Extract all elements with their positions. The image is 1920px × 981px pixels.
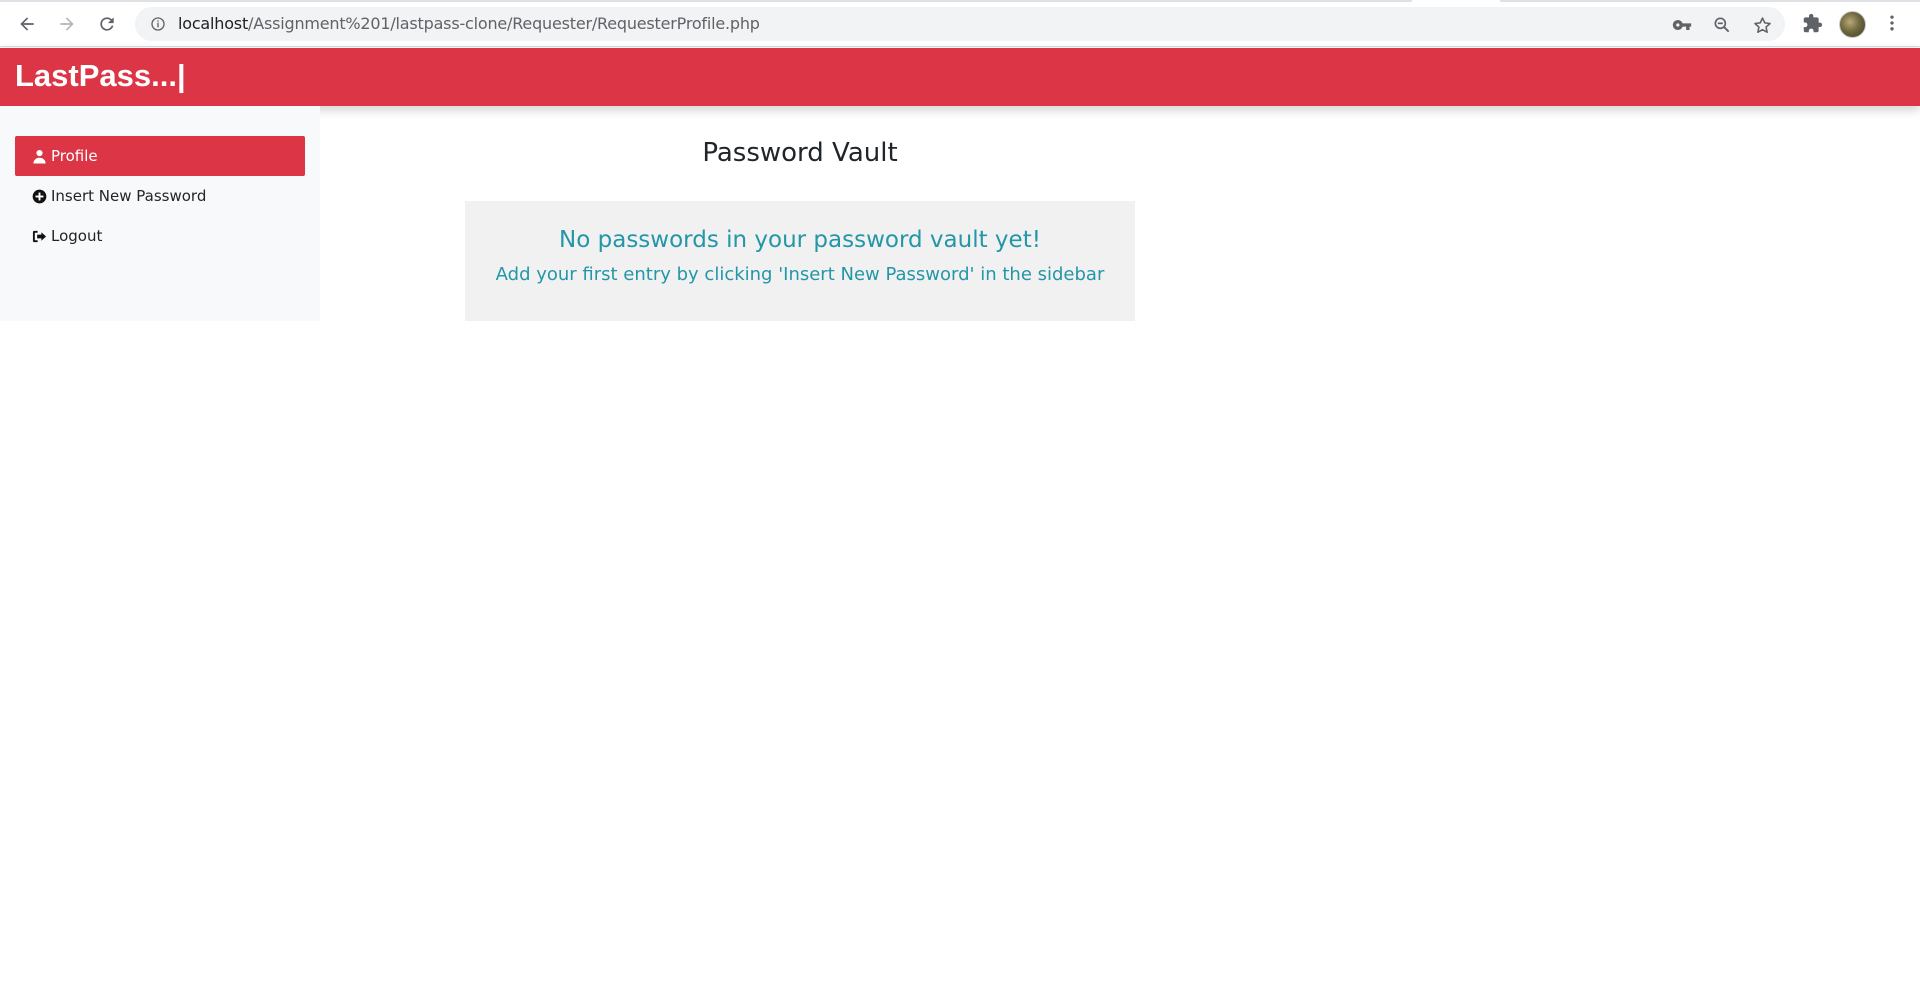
empty-vault-hint: Add your first entry by clicking 'Insert… (495, 264, 1105, 285)
key-icon[interactable] (1671, 14, 1693, 36)
extensions-icon[interactable] (1800, 11, 1824, 35)
sidebar-item-label: Insert New Password (51, 187, 207, 205)
url-path: /Assignment%201/lastpass-clone/Requester… (248, 14, 760, 33)
page-title: Password Vault (702, 138, 898, 168)
sign-out-icon (31, 228, 47, 244)
sidebar-item-insert-new-password[interactable]: Insert New Password (15, 176, 305, 216)
sidebar-item-label: Logout (51, 227, 103, 245)
reload-icon[interactable] (93, 10, 121, 38)
bookmark-star-icon[interactable] (1751, 14, 1773, 36)
profile-avatar[interactable] (1839, 11, 1866, 38)
plus-circle-icon (31, 188, 47, 204)
address-bar[interactable]: localhost/Assignment%201/lastpass-clone/… (135, 7, 1785, 41)
url-host: localhost (178, 14, 249, 33)
empty-vault-message: No passwords in your password vault yet! (559, 227, 1041, 253)
site-info-icon[interactable] (149, 15, 167, 33)
sidebar-item-logout[interactable]: Logout (15, 216, 305, 256)
empty-vault-notice: No passwords in your password vault yet!… (465, 201, 1135, 321)
tab-strip-edge (0, 0, 1920, 2)
zoom-out-icon[interactable] (1711, 14, 1733, 36)
sidebar-item-label: Profile (51, 147, 98, 165)
app-navbar: LastPass...| (0, 48, 1920, 106)
sidebar-item-profile[interactable]: Profile (15, 136, 305, 176)
user-icon (31, 148, 47, 164)
browser-toolbar: localhost/Assignment%201/lastpass-clone/… (0, 0, 1920, 47)
menu-kebab-icon[interactable] (1880, 11, 1904, 35)
back-icon[interactable] (13, 10, 41, 38)
url-text[interactable]: localhost/Assignment%201/lastpass-clone/… (178, 15, 760, 33)
brand-logo[interactable]: LastPass...| (15, 57, 186, 95)
sidebar: Profile Insert New Password Logout (0, 106, 320, 321)
forward-icon[interactable] (53, 10, 81, 38)
